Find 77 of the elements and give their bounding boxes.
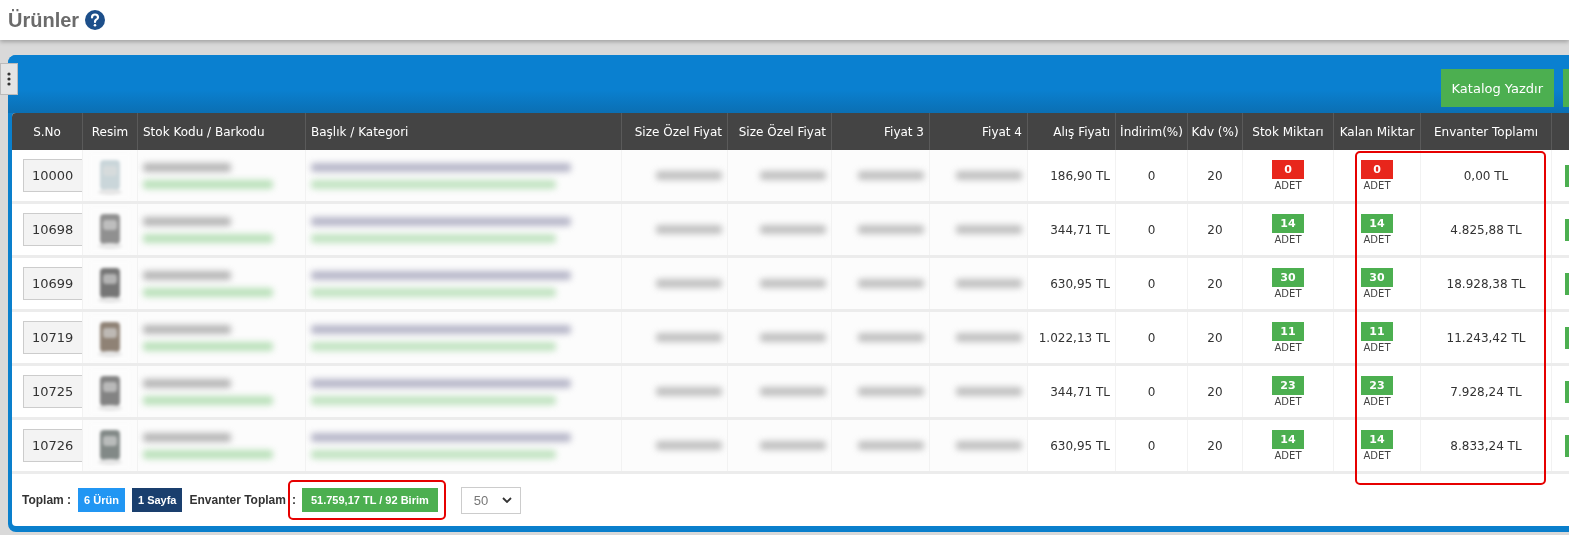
serial-number-field: 10699	[23, 267, 82, 300]
inventory-total: 4.825,88 TL	[1450, 222, 1522, 237]
serial-number-field: 10726	[23, 429, 82, 462]
serial-number-field: 10698	[23, 213, 82, 246]
total-label: Toplam :	[22, 493, 72, 507]
stock-quantity-badge: 14	[1272, 430, 1304, 449]
stock-quantity-badge: 11	[1272, 322, 1304, 341]
column-header: Fiyat 3	[884, 124, 924, 139]
purchase-price: 1.022,13 TL	[1038, 330, 1110, 345]
discount-value: 0	[1147, 384, 1156, 399]
vat-value: 20	[1207, 276, 1223, 291]
column-header: Envanter Toplamı	[1433, 124, 1538, 139]
product-count-badge: 6 Ürün	[78, 488, 125, 512]
discount-value: 0	[1147, 330, 1156, 345]
discount-value: 0	[1147, 168, 1156, 183]
unit-label: ADET	[1274, 342, 1302, 353]
stock-quantity-badge: 30	[1272, 268, 1304, 287]
purchase-price: 630,95 TL	[1050, 276, 1110, 291]
discount-value: 0	[1147, 222, 1156, 237]
page-size-select[interactable]: 50	[460, 486, 522, 514]
stock-quantity-badge: 14	[1272, 214, 1304, 233]
vat-value: 20	[1207, 222, 1223, 237]
discount-value: 0	[1147, 438, 1156, 453]
unit-label: ADET	[1363, 450, 1391, 461]
inventory-total-badge: 51.759,17 TL / 92 Birim	[301, 488, 438, 512]
stock-quantity-badge: 0	[1272, 160, 1304, 179]
inventory-total: 8.833,24 TL	[1450, 438, 1522, 453]
serial-number-field: 10719	[23, 321, 82, 354]
vat-value: 20	[1207, 438, 1223, 453]
remaining-quantity-badge: 0	[1361, 160, 1393, 179]
unit-label: ADET	[1274, 288, 1302, 299]
unit-label: ADET	[1363, 396, 1391, 407]
purchase-price: 186,90 TL	[1050, 168, 1110, 183]
serial-number-field: 10000	[23, 159, 82, 192]
separator-colon: :	[291, 493, 296, 507]
inventory-total: 0,00 TL	[1463, 168, 1509, 183]
column-header: Kalan Miktar	[1339, 124, 1415, 139]
remaining-quantity-badge: 14	[1361, 214, 1393, 233]
column-header: Size Özel Fiyat	[738, 124, 826, 139]
vat-value: 20	[1207, 168, 1223, 183]
column-header: Başlık / Kategori	[311, 124, 409, 139]
unit-label: ADET	[1274, 234, 1302, 245]
purchase-price: 344,71 TL	[1050, 222, 1110, 237]
column-header: Alış Fiyatı	[1053, 124, 1110, 139]
unit-label: ADET	[1274, 180, 1302, 191]
vat-value: 20	[1207, 330, 1223, 345]
unit-label: ADET	[1274, 396, 1302, 407]
catalog-print-button[interactable]: Katalog Yazdır	[1440, 69, 1554, 107]
serial-number-field: 10725	[23, 375, 82, 408]
unit-label: ADET	[1363, 288, 1391, 299]
inventory-total: 18.928,38 TL	[1446, 276, 1526, 291]
purchase-price: 344,71 TL	[1050, 384, 1110, 399]
unit-label: ADET	[1363, 234, 1391, 245]
unit-label: ADET	[1363, 342, 1391, 353]
remaining-quantity-badge: 30	[1361, 268, 1393, 287]
column-header: Resim	[91, 124, 129, 139]
page-title: Ürünler	[8, 8, 80, 32]
inventory-total: 11.243,42 TL	[1446, 330, 1526, 345]
column-header: Size Özel Fiyat	[634, 124, 722, 139]
column-header: Stok Miktarı	[1252, 124, 1324, 139]
page-count-badge: 1 Sayfa	[131, 488, 183, 512]
inventory-total-label: Envanter Toplam	[189, 493, 286, 507]
column-header: S.No	[33, 124, 61, 139]
column-header: Fiyat 4	[982, 124, 1022, 139]
remaining-quantity-badge: 23	[1361, 376, 1393, 395]
discount-value: 0	[1147, 276, 1156, 291]
vat-value: 20	[1207, 384, 1223, 399]
stock-quantity-badge: 23	[1272, 376, 1304, 395]
purchase-price: 630,95 TL	[1050, 438, 1110, 453]
inventory-total: 7.928,24 TL	[1450, 384, 1522, 399]
remaining-quantity-badge: 14	[1361, 430, 1393, 449]
unit-label: ADET	[1274, 450, 1302, 461]
column-header: Stok Kodu / Barkodu	[143, 124, 265, 139]
remaining-quantity-badge: 11	[1361, 322, 1393, 341]
column-header: İndirim(%)	[1120, 124, 1183, 139]
column-header: Kdv (%)	[1191, 124, 1239, 139]
unit-label: ADET	[1363, 180, 1391, 191]
